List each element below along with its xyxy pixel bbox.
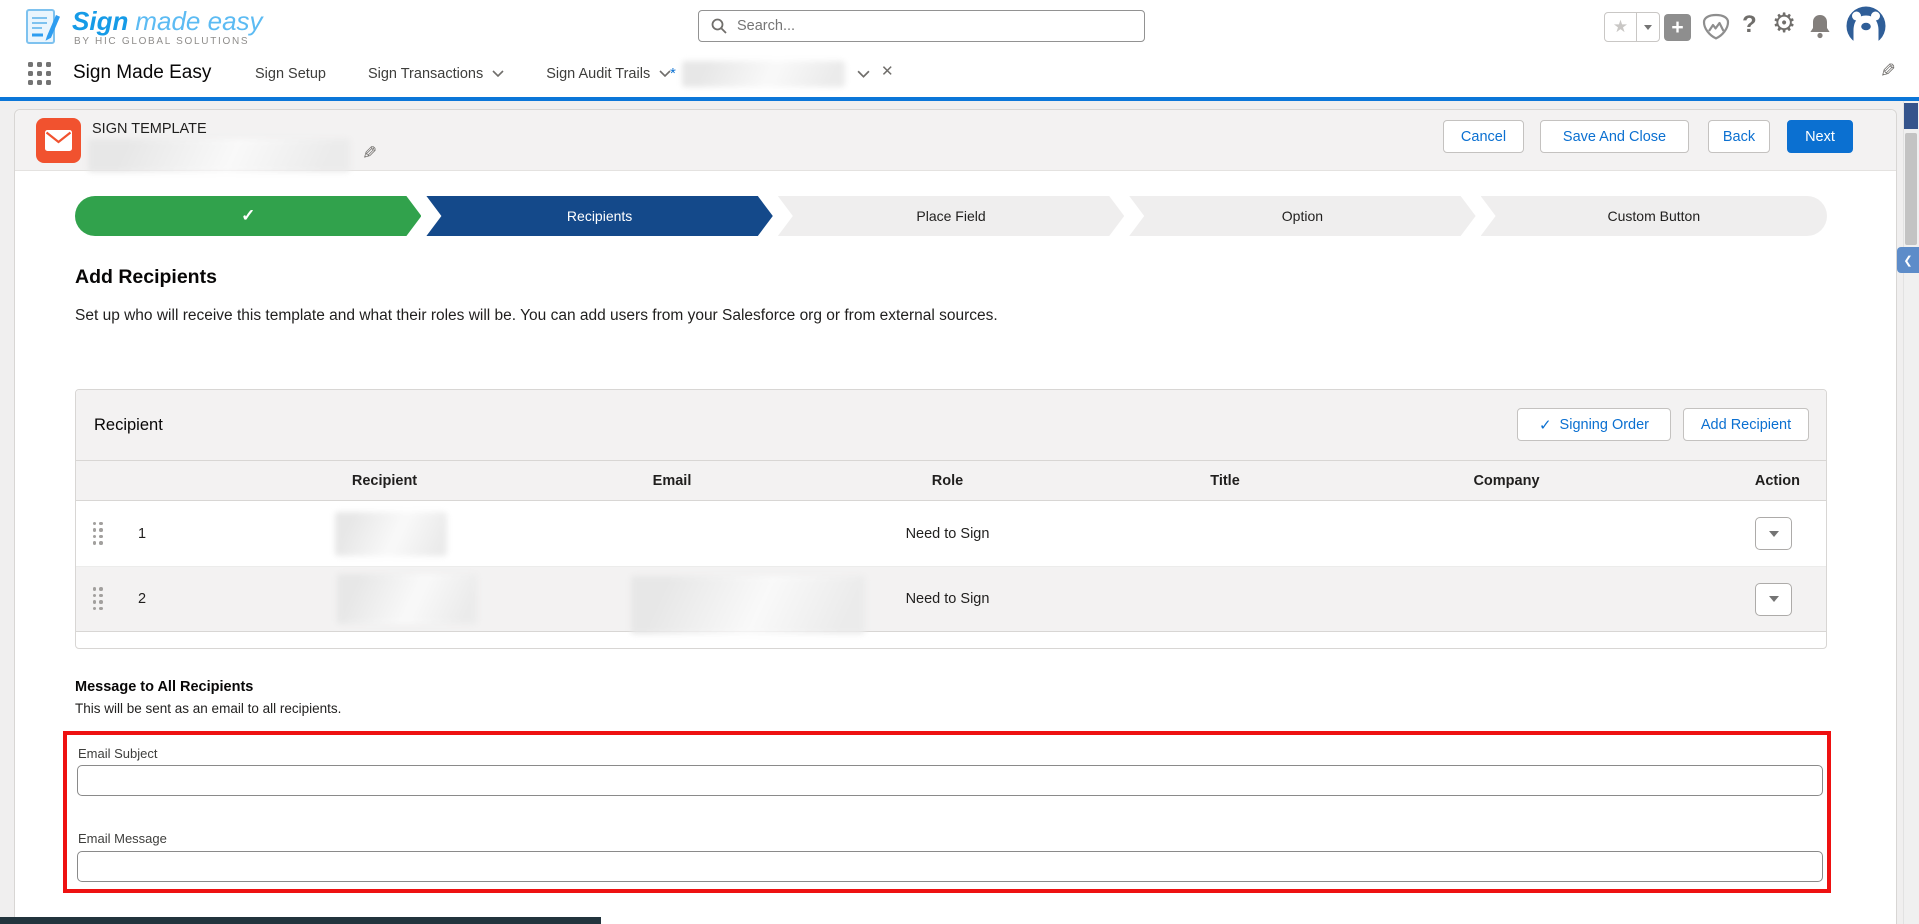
scrollbar-thumb[interactable] <box>1905 133 1917 245</box>
bottom-bar <box>0 917 601 924</box>
caret-down-icon <box>1768 530 1779 537</box>
email-message-label: Email Message <box>78 831 167 846</box>
back-button[interactable]: Back <box>1708 120 1770 153</box>
tab-sign-audit-trails[interactable]: Sign Audit Trails <box>546 66 671 82</box>
brand-secondary-text: made easy <box>135 6 263 36</box>
envelope-icon <box>45 130 72 151</box>
message-section-subtitle: This will be sent as an email to all rec… <box>75 701 342 716</box>
cancel-button[interactable]: Cancel <box>1443 120 1524 153</box>
global-header: Signmade easy BY HIC GLOBAL SOLUTIONS ★ … <box>0 0 1919 50</box>
edit-record-pencil-icon[interactable]: ✎ <box>362 143 377 164</box>
caret-down-icon <box>1644 24 1652 30</box>
entity-label: SIGN TEMPLATE <box>92 121 207 137</box>
next-button[interactable]: Next <box>1787 120 1853 153</box>
recipient-row-1: 1 Need to Sign <box>76 501 1826 567</box>
column-role: Role <box>931 472 964 489</box>
tab-label: Sign Setup <box>255 65 326 82</box>
edit-page-pencil-icon[interactable]: ✎ <box>1880 60 1896 83</box>
help-icon[interactable]: ? <box>1742 11 1757 39</box>
path-step-option[interactable]: Option <box>1129 196 1475 236</box>
tab-sign-setup[interactable]: Sign Setup <box>255 66 326 82</box>
chevron-left-icon: ❮ <box>1903 254 1913 267</box>
email-subject-input[interactable] <box>77 765 1823 796</box>
column-company: Company <box>1473 472 1540 489</box>
user-avatar[interactable] <box>1846 6 1886 51</box>
wizard-path: ✓ Recipients Place Field Option Custom B… <box>75 196 1828 236</box>
record-name-redacted <box>88 139 350 172</box>
check-icon: ✓ <box>241 206 256 225</box>
brand-subtitle: BY HIC GLOBAL SOLUTIONS <box>74 36 250 47</box>
row-role: Need to Sign <box>905 525 990 542</box>
row-action-menu-button[interactable] <box>1755 517 1792 550</box>
check-icon: ✓ <box>1538 416 1552 434</box>
setup-gear-icon[interactable]: ⚙ <box>1772 8 1796 39</box>
recipient-table-header: Recipient Email Role Title Company Actio… <box>76 461 1826 501</box>
recipient-name-redacted <box>334 511 447 556</box>
row-order: 1 <box>137 525 147 542</box>
brand-wordmark: Sign made easy <box>72 6 263 37</box>
add-recipient-button[interactable]: Add Recipient <box>1683 408 1809 441</box>
temp-tab-label-redacted[interactable] <box>682 61 845 87</box>
column-title: Title <box>1210 472 1240 489</box>
row-action-menu-button[interactable] <box>1755 582 1792 616</box>
recipient-row-2: 2 Need to Sign <box>76 567 1826 634</box>
trailhead-icon[interactable] <box>1701 13 1731 41</box>
question-glyph: ? <box>1742 11 1757 38</box>
signing-order-label: Signing Order <box>1559 416 1650 433</box>
path-step-complete[interactable]: ✓ <box>75 196 421 236</box>
tab-label: Sign Transactions <box>367 65 484 82</box>
signing-order-button[interactable]: ✓ Signing Order <box>1517 408 1671 441</box>
gear-glyph: ⚙ <box>1772 8 1797 38</box>
brand-primary-text: Sign <box>72 6 129 36</box>
close-tab-icon[interactable]: ✕ <box>881 62 894 80</box>
path-step-place-field[interactable]: Place Field <box>778 196 1124 236</box>
search-icon <box>711 18 727 34</box>
page-title: Add Recipients <box>75 266 217 288</box>
save-and-close-button[interactable]: Save And Close <box>1540 120 1689 153</box>
row-role: Need to Sign <box>905 591 990 607</box>
column-email: Email <box>652 472 692 489</box>
collapse-panel-handle[interactable]: ❮ <box>1897 247 1919 273</box>
app-launcher-waffle-icon[interactable] <box>28 62 52 86</box>
app-window: { "global_header": { "logo": { "brand_pr… <box>0 0 1919 924</box>
path-step-recipients[interactable]: Recipients <box>426 196 772 236</box>
message-section-title: Message to All Recipients <box>75 679 254 695</box>
tab-label: Sign Audit Trails <box>546 65 651 82</box>
recipient-panel-header: Recipient ✓ Signing Order Add Recipient <box>76 390 1826 461</box>
quick-create-button[interactable]: + <box>1664 14 1691 41</box>
column-recipient: Recipient <box>351 472 418 489</box>
brand-logo-icon <box>24 7 64 52</box>
path-step-custom-button[interactable]: Custom Button <box>1480 196 1828 236</box>
template-entity-icon <box>36 118 81 163</box>
notifications-bell-icon[interactable] <box>1808 13 1832 39</box>
column-action: Action <box>1754 472 1800 489</box>
caret-down-icon <box>1768 596 1779 602</box>
search-input[interactable] <box>737 18 1132 34</box>
email-subject-label: Email Subject <box>78 746 158 761</box>
plus-icon: + <box>1671 16 1684 39</box>
recipient-panel-title: Recipient <box>94 416 163 434</box>
page-description: Set up who will receive this template an… <box>75 307 998 324</box>
recipient-name-redacted <box>336 574 477 624</box>
chevron-down-icon[interactable] <box>857 70 870 78</box>
favorites-control[interactable]: ★ <box>1604 12 1660 42</box>
favorites-menu-button[interactable] <box>1636 13 1659 41</box>
chevron-down-icon[interactable] <box>492 70 504 77</box>
tab-sign-transactions[interactable]: Sign Transactions <box>368 66 504 82</box>
email-message-input[interactable] <box>77 851 1823 882</box>
drag-handle-icon[interactable] <box>92 521 104 546</box>
temp-tab-asterisk: * <box>670 65 676 82</box>
app-name: Sign Made Easy <box>73 62 212 83</box>
drag-handle-icon[interactable] <box>92 587 104 611</box>
recipient-panel: Recipient ✓ Signing Order Add Recipient … <box>75 389 1827 649</box>
scrollbar-top-marker <box>1904 103 1918 129</box>
app-nav-bar: Sign Made Easy Sign Setup Sign Transacti… <box>0 50 1919 97</box>
favorite-star-icon[interactable]: ★ <box>1605 13 1636 41</box>
global-search[interactable] <box>698 10 1145 42</box>
row-order: 2 <box>137 591 147 607</box>
recipient-email-redacted <box>631 576 865 634</box>
